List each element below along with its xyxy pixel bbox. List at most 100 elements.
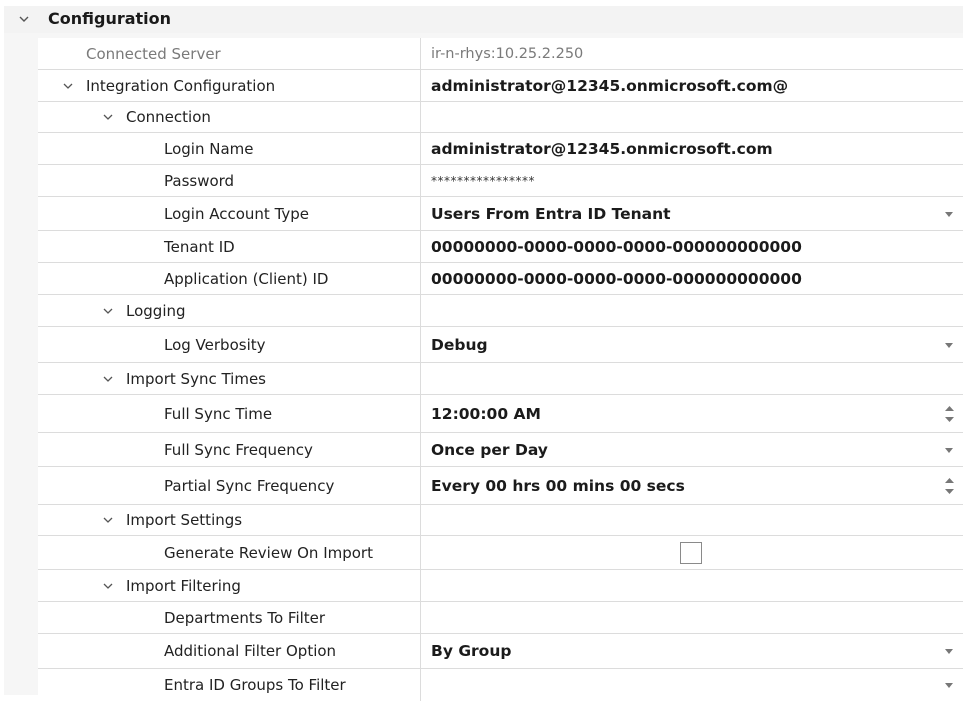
name-cell: Tenant ID <box>38 231 421 262</box>
row-label: Password <box>164 171 235 190</box>
name-cell: Login Account Type <box>38 197 421 230</box>
chevron-down-icon[interactable] <box>102 112 114 122</box>
name-cell: Integration Configuration <box>38 70 421 101</box>
additional-filter-option-select[interactable]: By Group <box>431 634 511 668</box>
row-label: Entra ID Groups To Filter <box>164 676 346 694</box>
value-cell[interactable]: 12:00:00 AM <box>421 395 963 432</box>
category-configuration[interactable]: Configuration <box>4 6 963 33</box>
name-cell: Additional Filter Option <box>38 634 421 668</box>
row-label: Full Sync Time <box>164 404 273 423</box>
category-title: Configuration <box>48 9 172 28</box>
name-cell: Partial Sync Frequency <box>38 467 421 504</box>
full-sync-time-input[interactable]: 12:00:00 AM <box>431 395 541 432</box>
row-label: Log Verbosity <box>164 335 266 354</box>
name-cell: Login Name <box>38 133 421 164</box>
dropdown-arrow-icon[interactable] <box>945 211 953 217</box>
dropdown-arrow-icon[interactable] <box>945 342 953 348</box>
row-label: Connection <box>126 108 211 126</box>
row-password[interactable]: Password **************** <box>38 165 963 197</box>
name-cell: Import Settings <box>38 505 421 535</box>
name-cell: Full Sync Frequency <box>38 433 421 466</box>
row-connected-server: Connected Server ir-n-rhys:10.25.2.250 <box>38 38 963 70</box>
value-cell[interactable] <box>421 536 963 569</box>
row-integration-configuration[interactable]: Integration Configuration administrator@… <box>38 70 963 102</box>
row-logging[interactable]: Logging <box>38 295 963 327</box>
application-client-id-value[interactable]: 00000000-0000-0000-0000-000000000000 <box>431 263 802 294</box>
dropdown-arrow-icon[interactable] <box>945 447 953 453</box>
property-grid-window: Configuration Connected Server ir-n-rhys… <box>0 0 978 713</box>
value-cell[interactable]: Once per Day <box>421 433 963 466</box>
value-cell[interactable]: Users From Entra ID Tenant <box>421 197 963 230</box>
row-full-sync-time[interactable]: Full Sync Time 12:00:00 AM <box>38 395 963 433</box>
row-login-name[interactable]: Login Name administrator@12345.onmicroso… <box>38 133 963 165</box>
name-cell: Import Filtering <box>38 570 421 601</box>
row-label: Logging <box>126 301 186 320</box>
row-entra-id-groups-to-filter[interactable]: Entra ID Groups To Filter <box>38 669 963 701</box>
row-connection[interactable]: Connection <box>38 102 963 133</box>
value-cell <box>421 295 963 326</box>
name-cell: Departments To Filter <box>38 602 421 633</box>
row-tenant-id[interactable]: Tenant ID 00000000-0000-0000-0000-000000… <box>38 231 963 263</box>
password-field[interactable]: **************** <box>431 165 535 196</box>
chevron-down-icon[interactable] <box>102 581 114 591</box>
row-label: Departments To Filter <box>164 608 326 627</box>
value-cell[interactable]: 00000000-0000-0000-0000-000000000000 <box>421 263 963 294</box>
row-departments-to-filter[interactable]: Departments To Filter <box>38 602 963 634</box>
name-cell: Full Sync Time <box>38 395 421 432</box>
dropdown-arrow-icon[interactable] <box>945 683 953 688</box>
row-label: Import Settings <box>126 511 243 529</box>
row-import-filtering[interactable]: Import Filtering <box>38 570 963 602</box>
chevron-down-icon[interactable] <box>62 81 74 91</box>
generate-review-checkbox[interactable] <box>680 541 702 564</box>
value-cell <box>421 102 963 132</box>
name-cell: Log Verbosity <box>38 327 421 362</box>
integration-configuration-value: administrator@12345.onmicrosoft.com@ <box>431 76 789 95</box>
value-cell[interactable]: administrator@12345.onmicrosoft.com <box>421 133 963 164</box>
tenant-id-value[interactable]: 00000000-0000-0000-0000-000000000000 <box>431 231 802 262</box>
row-import-settings[interactable]: Import Settings <box>38 505 963 536</box>
row-import-sync-times[interactable]: Import Sync Times <box>38 363 963 395</box>
name-cell: Connection <box>38 102 421 132</box>
value-cell[interactable]: Every 00 hrs 00 mins 00 secs <box>421 467 963 504</box>
row-label: Integration Configuration <box>86 76 276 95</box>
row-application-client-id[interactable]: Application (Client) ID 00000000-0000-00… <box>38 263 963 295</box>
property-grid: Configuration Connected Server ir-n-rhys… <box>4 6 963 701</box>
login-name-value[interactable]: administrator@12345.onmicrosoft.com <box>431 133 773 164</box>
partial-sync-frequency-input[interactable]: Every 00 hrs 00 mins 00 secs <box>431 467 685 504</box>
value-cell[interactable]: administrator@12345.onmicrosoft.com@ <box>421 70 963 101</box>
name-cell: Connected Server <box>38 38 421 69</box>
dropdown-arrow-icon[interactable] <box>945 649 953 654</box>
chevron-down-icon[interactable] <box>102 306 114 316</box>
value-cell: ir-n-rhys:10.25.2.250 <box>421 38 963 69</box>
row-label: Partial Sync Frequency <box>164 476 335 495</box>
row-log-verbosity[interactable]: Log Verbosity Debug <box>38 327 963 363</box>
row-label: Generate Review On Import <box>164 543 373 562</box>
value-cell <box>421 363 963 394</box>
row-full-sync-frequency[interactable]: Full Sync Frequency Once per Day <box>38 433 963 467</box>
row-login-account-type[interactable]: Login Account Type Users From Entra ID T… <box>38 197 963 231</box>
value-cell[interactable]: 00000000-0000-0000-0000-000000000000 <box>421 231 963 262</box>
value-cell[interactable] <box>421 669 963 701</box>
name-cell: Entra ID Groups To Filter <box>38 669 421 701</box>
name-cell: Generate Review On Import <box>38 536 421 569</box>
value-cell[interactable]: Debug <box>421 327 963 362</box>
name-cell: Logging <box>38 295 421 326</box>
name-cell: Password <box>38 165 421 196</box>
row-generate-review-on-import[interactable]: Generate Review On Import <box>38 536 963 570</box>
chevron-down-icon[interactable] <box>102 374 114 384</box>
row-additional-filter-option[interactable]: Additional Filter Option By Group <box>38 634 963 669</box>
departments-to-filter-value[interactable] <box>421 602 963 633</box>
chevron-down-icon[interactable] <box>18 13 30 25</box>
row-label: Import Sync Times <box>126 369 266 388</box>
full-sync-frequency-select[interactable]: Once per Day <box>431 433 548 466</box>
row-partial-sync-frequency[interactable]: Partial Sync Frequency Every 00 hrs 00 m… <box>38 467 963 505</box>
row-label: Additional Filter Option <box>164 642 337 660</box>
value-cell[interactable]: By Group <box>421 634 963 668</box>
value-cell[interactable]: **************** <box>421 165 963 196</box>
login-account-type-select[interactable]: Users From Entra ID Tenant <box>431 197 671 230</box>
row-label: Import Filtering <box>126 576 241 595</box>
spinner-arrows-icon[interactable] <box>945 475 954 497</box>
chevron-down-icon[interactable] <box>102 515 114 525</box>
spinner-arrows-icon[interactable] <box>945 403 954 425</box>
log-verbosity-select[interactable]: Debug <box>431 327 488 362</box>
